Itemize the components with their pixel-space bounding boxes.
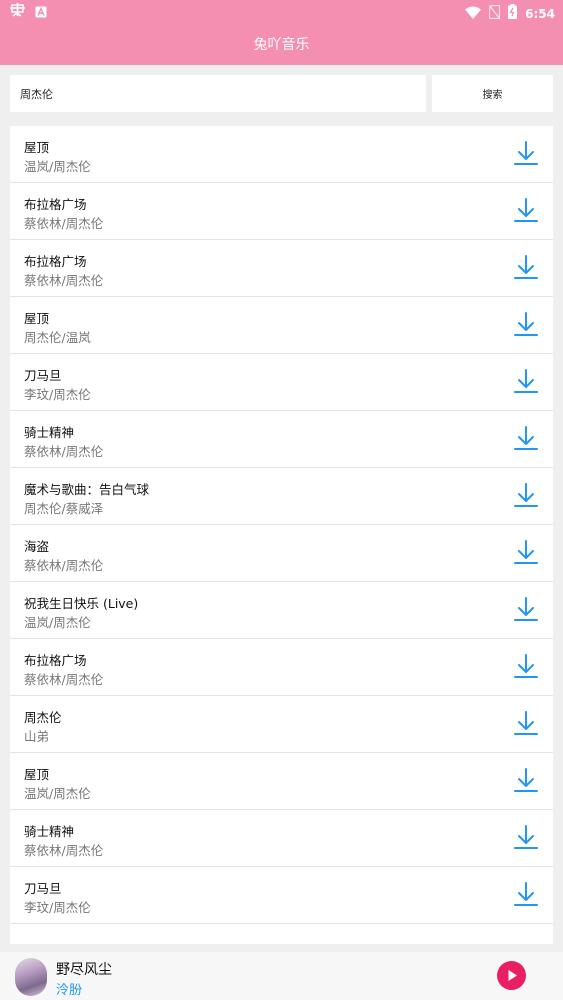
song-title: 祝我生日快乐 (Live) bbox=[24, 596, 139, 611]
song-row[interactable]: 布拉格广场蔡依林/周杰伦 bbox=[10, 183, 553, 240]
song-artist: 温岚/周杰伦 bbox=[24, 786, 91, 801]
song-row[interactable]: 骑士精神蔡依林/周杰伦 bbox=[10, 411, 553, 468]
song-row[interactable]: 布拉格广场蔡依林/周杰伦 bbox=[10, 240, 553, 297]
download-button[interactable] bbox=[513, 767, 539, 795]
song-artist: 温岚/周杰伦 bbox=[24, 159, 91, 174]
download-icon bbox=[514, 312, 538, 336]
song-artist: 蔡依林/周杰伦 bbox=[24, 273, 104, 288]
download-button[interactable] bbox=[513, 482, 539, 510]
download-icon bbox=[514, 654, 538, 678]
download-button[interactable] bbox=[513, 425, 539, 453]
song-title: 骑士精神 bbox=[24, 824, 75, 839]
song-row[interactable]: 屋顶温岚/周杰伦 bbox=[10, 753, 553, 810]
song-title: 屋顶 bbox=[24, 140, 50, 155]
song-title: 骑士精神 bbox=[24, 425, 75, 440]
album-art[interactable] bbox=[15, 958, 47, 996]
song-title: 刀马旦 bbox=[24, 881, 62, 896]
song-artist: 李玟/周杰伦 bbox=[24, 387, 91, 402]
song-row[interactable]: 周杰伦 山弟 bbox=[10, 696, 553, 753]
song-title: 周杰伦 bbox=[24, 710, 62, 725]
song-artist: 蔡依林/周杰伦 bbox=[24, 843, 104, 858]
song-artist: 蔡依林/周杰伦 bbox=[24, 672, 104, 687]
download-button[interactable] bbox=[513, 311, 539, 339]
song-artist: 周杰伦/蔡威泽 bbox=[24, 501, 104, 516]
download-button[interactable] bbox=[513, 140, 539, 168]
download-button[interactable] bbox=[513, 254, 539, 282]
song-row[interactable]: 魔术与歌曲：告白气球 周杰伦/蔡威泽 bbox=[10, 468, 553, 525]
play-icon bbox=[508, 970, 517, 981]
download-button[interactable] bbox=[513, 197, 539, 225]
download-icon bbox=[514, 369, 538, 393]
wifi-icon bbox=[465, 4, 482, 23]
download-button[interactable] bbox=[513, 710, 539, 738]
download-button[interactable] bbox=[513, 824, 539, 852]
song-title: 刀马旦 bbox=[24, 368, 62, 383]
app-title: 兔吖音乐 bbox=[253, 37, 310, 53]
song-row[interactable]: 刀马旦李玟/周杰伦 bbox=[10, 354, 553, 411]
download-icon bbox=[514, 597, 538, 621]
song-title: 布拉格广场 bbox=[24, 254, 87, 269]
song-title: 布拉格广场 bbox=[24, 653, 87, 668]
download-icon bbox=[514, 825, 538, 849]
song-artist: 山弟 bbox=[24, 729, 50, 744]
download-icon bbox=[514, 768, 538, 792]
song-title: 布拉格广场 bbox=[24, 197, 87, 212]
song-title: 海盗 bbox=[24, 539, 50, 554]
download-icon bbox=[514, 711, 538, 735]
download-icon bbox=[514, 141, 538, 165]
status-time: 6:54 bbox=[525, 6, 555, 21]
song-artist: 蔡依林/周杰伦 bbox=[24, 558, 104, 573]
search-button[interactable]: 搜索 bbox=[432, 75, 553, 112]
download-icon bbox=[514, 882, 538, 906]
battery-icon bbox=[508, 4, 518, 23]
song-row[interactable]: 布拉格广场蔡依林/周杰伦 bbox=[10, 639, 553, 696]
search-input[interactable] bbox=[10, 75, 426, 112]
search-bar: 搜索 bbox=[10, 75, 553, 112]
song-row[interactable]: 海盗蔡依林/周杰伦 bbox=[10, 525, 553, 582]
song-artist: 蔡依林/周杰伦 bbox=[24, 444, 104, 459]
download-icon bbox=[514, 426, 538, 450]
no-sim-icon bbox=[488, 4, 501, 23]
song-row[interactable]: 骑士精神蔡依林/周杰伦 bbox=[10, 810, 553, 867]
song-title: 屋顶 bbox=[24, 767, 50, 782]
song-artist: 温岚/周杰伦 bbox=[24, 615, 91, 630]
app-header: 6:54 兔吖音乐 bbox=[0, 0, 563, 65]
download-button[interactable] bbox=[513, 596, 539, 624]
bug-icon bbox=[9, 3, 26, 22]
now-playing-artist: 泠朌 bbox=[56, 983, 83, 998]
song-row[interactable]: 屋顶温岚/周杰伦 bbox=[10, 126, 553, 183]
download-icon bbox=[514, 540, 538, 564]
song-artist: 周杰伦/温岚 bbox=[24, 330, 91, 345]
download-button[interactable] bbox=[513, 539, 539, 567]
download-button[interactable] bbox=[513, 881, 539, 909]
song-title: 屋顶 bbox=[24, 311, 50, 326]
song-row[interactable]: 屋顶周杰伦/温岚 bbox=[10, 297, 553, 354]
song-artist: 蔡依林/周杰伦 bbox=[24, 216, 104, 231]
song-artist: 李玟/周杰伦 bbox=[24, 900, 91, 915]
status-bar: 6:54 bbox=[0, 0, 563, 24]
song-title: 魔术与歌曲：告白气球 bbox=[24, 482, 150, 497]
song-row[interactable]: 刀马旦李玟/周杰伦 bbox=[10, 867, 553, 924]
download-button[interactable] bbox=[513, 653, 539, 681]
result-list: 屋顶 温岚/周杰伦 布拉格广场 蔡依林/周杰伦 布拉格广场 蔡依林/周杰伦 屋顶 周杰伦/温岚… bbox=[10, 126, 553, 944]
play-button[interactable] bbox=[497, 961, 526, 990]
download-icon bbox=[514, 483, 538, 507]
song-row[interactable]: 祝我生日快乐 (Live) 温岚/周杰伦 bbox=[10, 582, 553, 639]
now-playing-title: 野尽风尘 bbox=[56, 962, 112, 978]
a-badge-icon bbox=[35, 3, 47, 22]
player-bar[interactable]: 野尽风尘 泠朌 bbox=[0, 952, 563, 1000]
download-icon bbox=[514, 255, 538, 279]
download-button[interactable] bbox=[513, 368, 539, 396]
download-icon bbox=[514, 198, 538, 222]
